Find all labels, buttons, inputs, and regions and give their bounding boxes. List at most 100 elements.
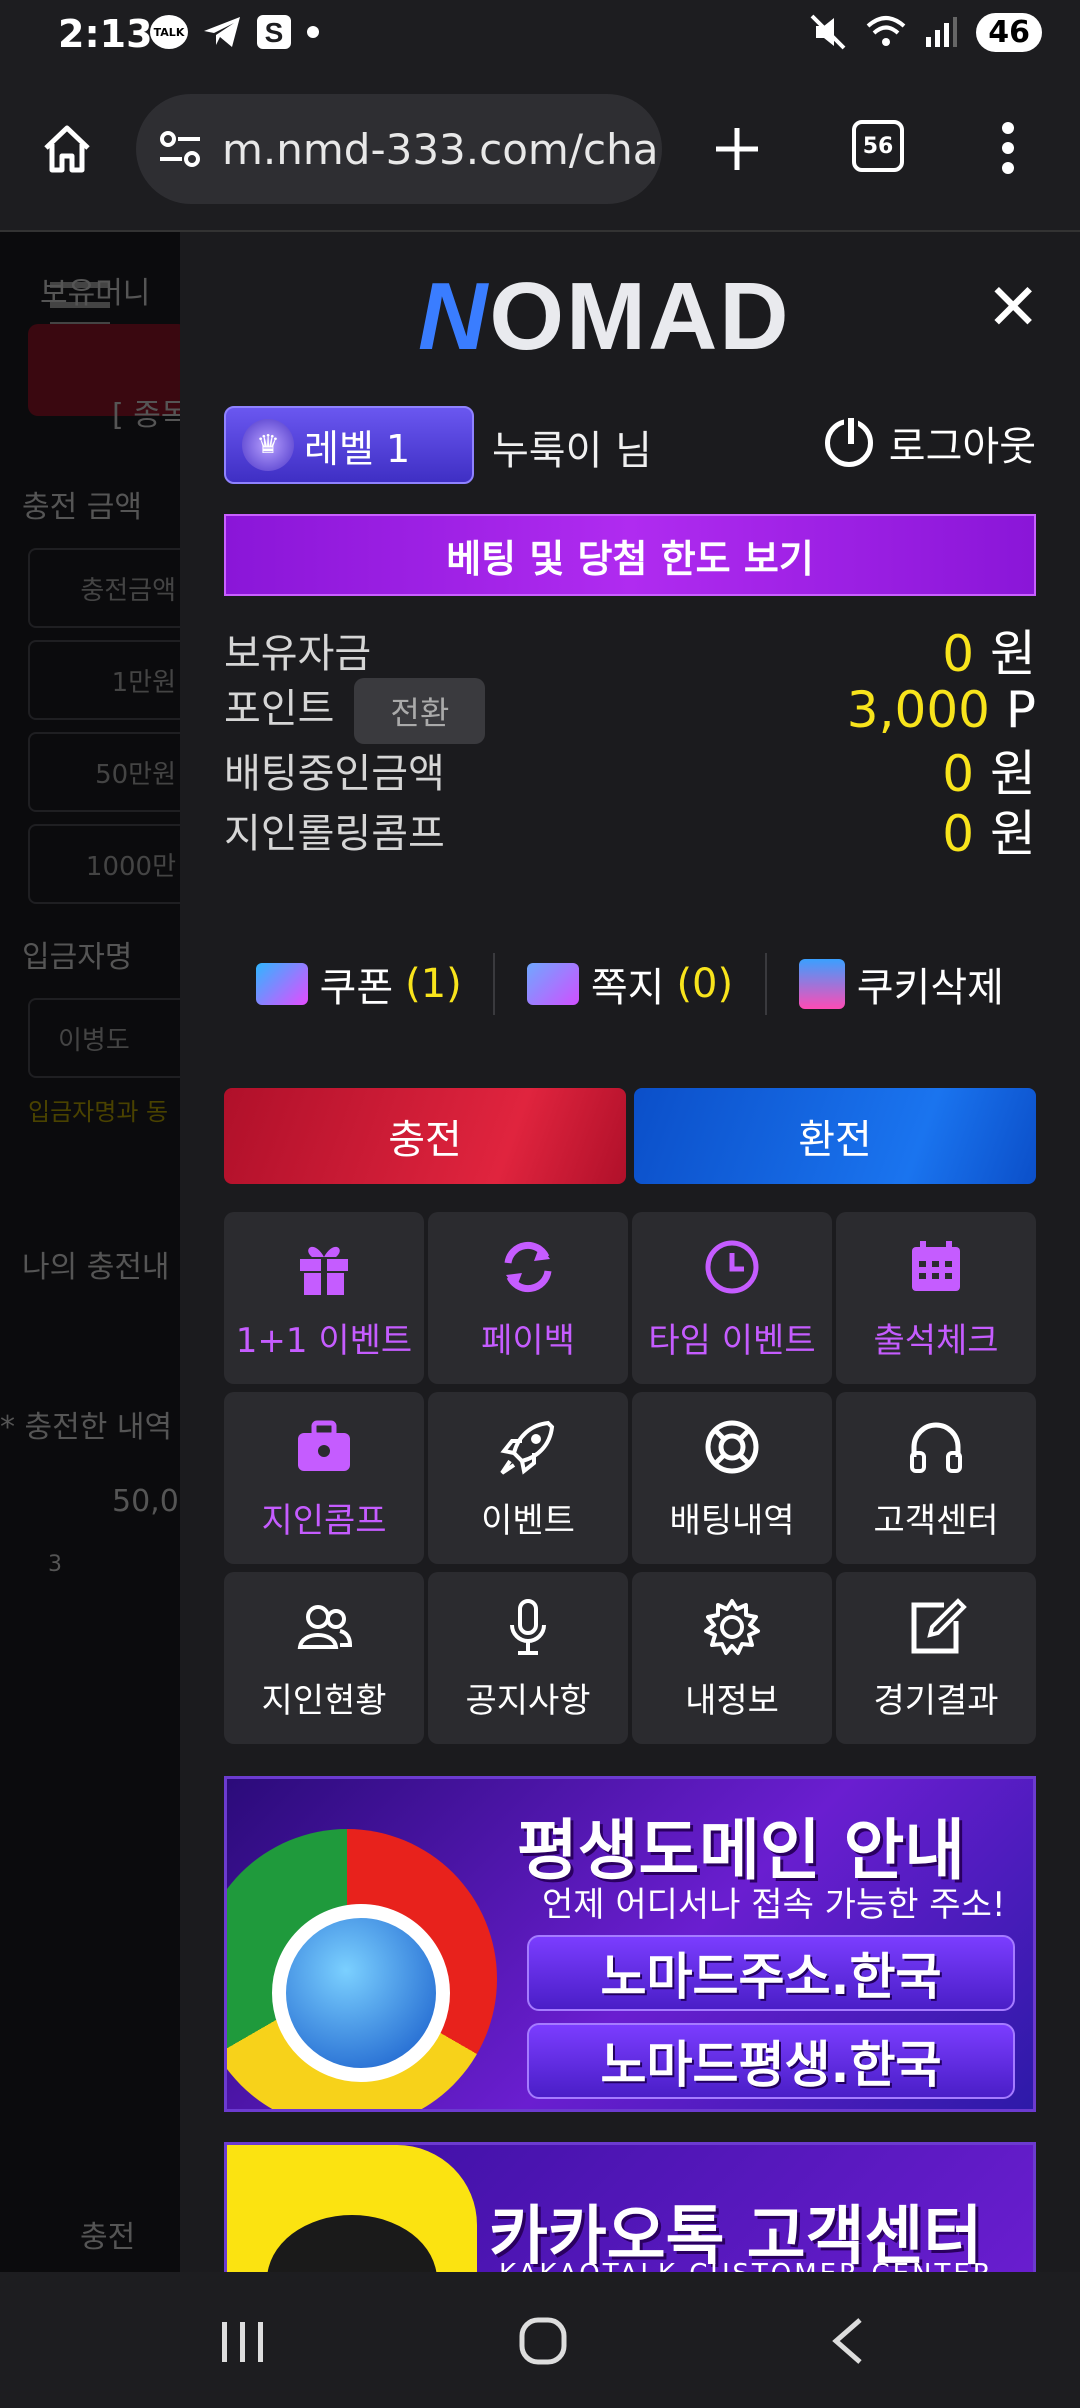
background-page: 보유머니 [ 종목 충전 금액 충전금액 1만원 50만원 1000만 입금자명…: [0, 232, 180, 2272]
home-icon[interactable]: [40, 122, 94, 176]
menu-label: 공지사항: [465, 1680, 591, 1721]
referral-value: 0 원: [942, 794, 1036, 866]
bg-amount: 1000만: [28, 824, 180, 904]
site-logo[interactable]: NOMAD: [418, 262, 791, 372]
referral-unit: 원: [990, 805, 1036, 863]
edit-icon: [911, 1597, 967, 1653]
deposit-button[interactable]: 충전: [224, 1088, 626, 1184]
menu-label: 타임 이벤트: [648, 1320, 816, 1361]
menu-item-payback[interactable]: 페이백: [428, 1212, 628, 1384]
bg-label: 나의 충전내: [22, 1250, 170, 1285]
menu-item-notice[interactable]: 공지사항: [428, 1572, 628, 1744]
menu-label: 1+1 이벤트: [235, 1320, 413, 1361]
bg-label: 충전금액: [80, 575, 176, 606]
bg-label: 입금자명: [22, 940, 133, 975]
system-nav-bar: [0, 2272, 1080, 2408]
recent-apps-icon[interactable]: [218, 2320, 268, 2364]
calendar-icon: [912, 1240, 960, 1291]
withdraw-button[interactable]: 환전: [634, 1088, 1036, 1184]
status-bar: 2:13 TALK S 46: [0, 0, 1080, 72]
domain-info-banner[interactable]: 평생도메인 안내 언제 어디서나 접속 가능한 주소! 노마드주소.한국 노마드…: [224, 1776, 1036, 2112]
kakaotalk-support-banner[interactable]: 카카오톡 고객센터 KAKAOTALK CUSTOMER CENTER: [224, 2142, 1036, 2272]
side-drawer: NOMAD ✕ ♛ 레벨 1 누룩이 님 로그아웃 베팅 및 당첨 한도 보기 …: [180, 232, 1080, 2272]
coupon-button[interactable]: 쿠폰 (1): [224, 955, 493, 1013]
bg-label: 입금자명과 동: [28, 1098, 169, 1126]
refresh-icon: [504, 1241, 552, 1292]
clear-cookies-button[interactable]: 쿠키삭제: [767, 955, 1036, 1013]
lifebuoy-icon: [705, 1420, 759, 1473]
bg-label: 1000만: [85, 851, 176, 882]
referral-label: 지인롤링콤프: [224, 811, 445, 857]
level-label: 레벨 1: [304, 426, 411, 471]
menu-label: 페이백: [481, 1320, 575, 1361]
tab-switcher-button[interactable]: 56: [852, 120, 904, 172]
briefcase-icon: [298, 1420, 350, 1471]
home-nav-icon[interactable]: [518, 2316, 568, 2366]
clock: 2:13: [58, 12, 153, 56]
s-app-icon: S: [257, 15, 291, 49]
coupon-label: 쿠폰: [319, 965, 394, 1011]
bg-label: 충전: [80, 2220, 136, 2255]
quick-links: 쿠폰 (1) 쪽지 (0) 쿠키삭제: [224, 953, 1036, 1015]
dot-icon: [307, 26, 319, 38]
coupon-count: (1): [405, 961, 462, 1007]
kakaotalk-logo-icon: [227, 2145, 477, 2272]
bg-label: 1만원: [111, 667, 176, 698]
menu-label: 고객센터: [873, 1500, 999, 1541]
clock-icon: [705, 1240, 759, 1293]
menu-item-bet-history[interactable]: 배팅내역: [632, 1392, 832, 1564]
menu-item-support[interactable]: 고객센터: [836, 1392, 1036, 1564]
message-count: (0): [676, 961, 734, 1007]
battery-indicator: 46: [976, 12, 1042, 52]
menu-item-referral-status[interactable]: 지인현황: [224, 1572, 424, 1744]
gift-icon: [300, 1246, 348, 1295]
bg-amount: 50만원: [28, 732, 180, 812]
menu-item-referral-comp[interactable]: 지인콤프: [224, 1392, 424, 1564]
menu-item-match-results[interactable]: 경기결과: [836, 1572, 1036, 1744]
address-bar[interactable]: m.nmd-333.com/cha: [136, 94, 662, 204]
view-limits-button[interactable]: 베팅 및 당첨 한도 보기: [224, 514, 1036, 596]
menu-item-event[interactable]: 이벤트: [428, 1392, 628, 1564]
svg-text:S: S: [265, 17, 284, 48]
menu-label: 출석체크: [873, 1320, 999, 1361]
bg-label: 3: [48, 1552, 62, 1577]
bg-label: 50,0: [112, 1484, 179, 1519]
kakaotalk-icon: TALK: [150, 15, 188, 49]
menu-label: 배팅내역: [669, 1500, 795, 1541]
url-text[interactable]: m.nmd-333.com/cha: [222, 125, 658, 174]
mute-icon: [810, 14, 846, 50]
banner-subtitle: KAKAOTALK CUSTOMER CENTER: [499, 2259, 994, 2272]
menu-item-attendance[interactable]: 출석체크: [836, 1212, 1036, 1384]
chrome-logo-icon: [227, 1829, 497, 2109]
logout-button[interactable]: 로그아웃: [824, 414, 1036, 472]
telegram-icon: [204, 17, 240, 47]
bg-amount: 1만원: [28, 640, 180, 720]
menu-item-my-info[interactable]: 내정보: [632, 1572, 832, 1744]
headphones-icon: [910, 1422, 962, 1473]
menu-label: 경기결과: [873, 1680, 999, 1721]
menu-item-1plus1-event[interactable]: 1+1 이벤트: [224, 1212, 424, 1384]
back-icon[interactable]: [828, 2316, 868, 2366]
menu-item-time-event[interactable]: 타임 이벤트: [632, 1212, 832, 1384]
menu-grid: 1+1 이벤트 페이백 타임 이벤트 출석체크 지인콤프 이벤트 배팅내역 고객…: [224, 1212, 1036, 1744]
username: 누룩이 님: [492, 428, 652, 474]
banner-domain-2[interactable]: 노마드평생.한국: [527, 2023, 1015, 2099]
close-icon[interactable]: ✕: [986, 276, 1040, 340]
banner-domain-1[interactable]: 노마드주소.한국: [527, 1935, 1015, 2011]
logout-label: 로그아웃: [888, 424, 1036, 470]
bg-label: [ 종목: [112, 398, 180, 433]
menu-label: 내정보: [685, 1680, 779, 1721]
message-button[interactable]: 쪽지 (0): [495, 955, 764, 1013]
bg-input: 이병도: [28, 998, 180, 1078]
new-tab-icon[interactable]: [712, 124, 762, 174]
menu-label: 이벤트: [481, 1500, 575, 1541]
menu-label: 지인콤프: [261, 1500, 387, 1541]
referral-amount: 0: [942, 805, 975, 863]
gear-icon: [704, 1598, 760, 1655]
bg-label: 충전 금액: [22, 490, 142, 525]
cookie-label: 쿠키삭제: [856, 965, 1004, 1011]
points-label: 포인트: [224, 686, 335, 732]
more-menu-icon[interactable]: [996, 120, 1020, 176]
browser-toolbar: m.nmd-333.com/cha 56: [0, 72, 1080, 232]
site-settings-icon[interactable]: [158, 129, 202, 169]
